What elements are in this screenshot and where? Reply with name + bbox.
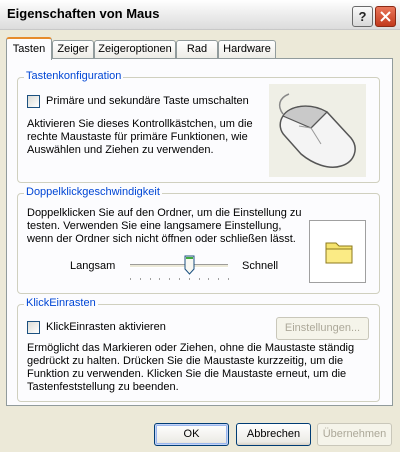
double-click-group: Doppelklickgeschwindigkeit Doppelklicken… — [17, 186, 380, 294]
click-lock-label[interactable]: KlickEinrasten aktivieren — [46, 321, 166, 334]
swap-buttons-label[interactable]: Primäre und sekundäre Taste umschalten — [46, 95, 249, 108]
close-icon — [380, 11, 391, 22]
question-mark-icon: ? — [358, 9, 367, 24]
slider-tick — [159, 278, 160, 280]
help-button[interactable]: ? — [352, 6, 373, 27]
cancel-button[interactable]: Abbrechen — [236, 423, 311, 446]
tab-zeiger[interactable]: Zeiger — [52, 40, 94, 59]
slider-tick — [208, 278, 209, 280]
slider-tick — [228, 278, 229, 280]
tab-tasten[interactable]: Tasten — [6, 37, 52, 60]
click-lock-settings-button[interactable]: Einstellungen... — [276, 317, 369, 340]
close-button[interactable] — [375, 6, 396, 27]
slider-tick — [189, 278, 190, 280]
mouse-icon — [278, 93, 356, 168]
apply-button[interactable]: Übernehmen — [317, 423, 392, 446]
folder-icon[interactable] — [310, 221, 367, 284]
slider-tick — [179, 278, 180, 280]
click-lock-group: KlickEinrasten KlickEinrasten aktivieren… — [17, 297, 380, 402]
double-click-title: Doppelklickgeschwindigkeit — [24, 186, 162, 198]
speed-slider-thumb[interactable] — [184, 255, 195, 275]
click-lock-description: Ermöglicht das Markieren oder Ziehen, oh… — [27, 342, 355, 393]
slider-tick — [140, 278, 141, 280]
slow-label: Langsam — [70, 260, 116, 272]
tab-hardware[interactable]: Hardware — [218, 40, 276, 59]
tab-zeigeroptionen[interactable]: Zeigeroptionen — [94, 40, 176, 59]
button-config-description: Aktivieren Sie dieses Kontrollkästchen, … — [27, 118, 253, 156]
slider-tick — [218, 278, 219, 280]
ok-button[interactable]: OK — [154, 423, 229, 446]
click-lock-title: KlickEinrasten — [24, 297, 98, 309]
speed-slider-track[interactable] — [130, 264, 228, 268]
slider-tick — [150, 278, 151, 280]
button-config-title: Tastenkonfiguration — [24, 70, 124, 82]
swap-buttons-checkbox[interactable] — [27, 95, 40, 108]
double-click-description: Doppelklicken Sie auf den Ordner, um die… — [27, 207, 302, 245]
tab-rad[interactable]: Rad — [176, 40, 218, 59]
mouse-preview — [269, 84, 366, 177]
slider-tick — [199, 278, 200, 280]
test-folder-box[interactable] — [309, 220, 366, 283]
tab-panel: Tastenkonfiguration Primäre und sekundär… — [6, 58, 393, 406]
click-lock-checkbox[interactable] — [27, 321, 40, 334]
button-config-group: Tastenkonfiguration Primäre und sekundär… — [17, 70, 380, 183]
window-title: Eigenschaften von Maus — [7, 6, 160, 21]
slider-tick — [130, 278, 131, 280]
slider-tick — [169, 278, 170, 280]
title-bar: Eigenschaften von Maus ? — [0, 0, 400, 30]
fast-label: Schnell — [242, 260, 279, 272]
